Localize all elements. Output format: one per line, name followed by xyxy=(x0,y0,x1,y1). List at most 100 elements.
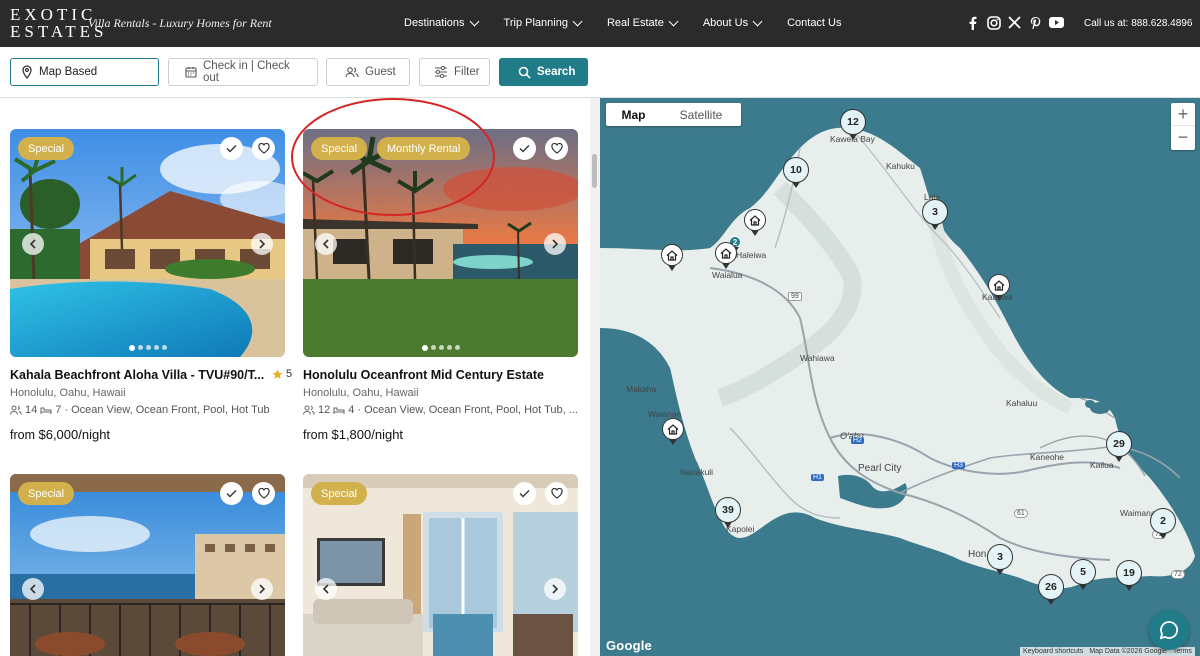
check-icon xyxy=(226,490,237,498)
map-home-pin[interactable] xyxy=(988,274,1010,296)
filter-label: Filter xyxy=(454,66,480,78)
next-photo-button[interactable] xyxy=(251,233,273,255)
map-home-pin[interactable] xyxy=(662,418,684,440)
calendar-icon xyxy=(185,67,197,78)
search-button[interactable]: Search xyxy=(499,58,588,86)
home-icon xyxy=(749,214,761,226)
next-photo-button[interactable] xyxy=(544,578,566,600)
terms-link[interactable]: Terms xyxy=(1173,648,1192,655)
map-cluster-pin[interactable]: 3 xyxy=(987,544,1013,570)
scrollbar-thumb[interactable] xyxy=(592,154,597,188)
check-icon xyxy=(226,145,237,153)
compare-button[interactable] xyxy=(220,482,243,505)
map-place-label: Nanakuli xyxy=(680,467,714,477)
filter-button[interactable]: Filter xyxy=(419,58,490,86)
pinterest-icon[interactable] xyxy=(1028,15,1043,30)
special-badge: Special xyxy=(18,482,75,505)
special-badge: Special xyxy=(311,482,368,505)
nav-label: Trip Planning xyxy=(503,17,568,29)
map-cluster-pin[interactable]: 10 xyxy=(783,157,809,183)
bed-icon xyxy=(40,407,52,414)
location-input[interactable]: Map Based xyxy=(10,58,159,86)
map-place-label: Haleiwa xyxy=(736,250,767,260)
previous-photo-button[interactable] xyxy=(315,578,337,600)
nav-contact-us[interactable]: Contact Us xyxy=(787,17,841,29)
map-place-label: Kaneohe xyxy=(1030,452,1065,462)
listing-features: 14 7 · Ocean View, Ocean Front, Pool, Ho… xyxy=(10,404,285,416)
favorite-button[interactable] xyxy=(252,137,275,160)
home-icon xyxy=(993,279,1005,291)
favorite-button[interactable] xyxy=(252,482,275,505)
map-cluster-pin[interactable]: 5 xyxy=(1070,559,1096,585)
listing-rating: 5 xyxy=(272,368,292,380)
facebook-icon[interactable] xyxy=(965,15,980,30)
nav-real-estate[interactable]: Real Estate xyxy=(606,16,679,29)
youtube-icon[interactable] xyxy=(1049,15,1064,30)
compare-button[interactable] xyxy=(513,137,536,160)
map-cluster-pin[interactable]: 3 xyxy=(922,199,948,225)
bed-icon xyxy=(333,407,345,414)
photo-pagination-dots[interactable] xyxy=(303,344,578,351)
annotation-circle xyxy=(291,98,495,216)
map-tab-button[interactable]: Map xyxy=(606,103,661,126)
compare-button[interactable] xyxy=(220,137,243,160)
previous-photo-button[interactable] xyxy=(315,233,337,255)
map-cluster-pin[interactable]: 26 xyxy=(1038,574,1064,600)
bedroom-count: 4 xyxy=(348,404,355,416)
users-icon xyxy=(345,67,359,78)
chat-button[interactable] xyxy=(1149,610,1189,650)
next-photo-button[interactable] xyxy=(251,578,273,600)
map-home-pin[interactable] xyxy=(744,209,766,231)
x-icon[interactable] xyxy=(1007,15,1022,30)
map-cluster-pin[interactable]: 12 xyxy=(840,109,866,135)
favorite-button[interactable] xyxy=(545,137,568,160)
next-photo-button[interactable] xyxy=(544,233,566,255)
price-value: $1,800/night xyxy=(331,427,404,442)
map-home-pin[interactable] xyxy=(715,242,737,264)
nav-trip-planning[interactable]: Trip Planning xyxy=(503,16,583,29)
satellite-tab-button[interactable]: Satellite xyxy=(661,103,741,126)
nav-label: Contact Us xyxy=(787,17,842,29)
zoom-in-button[interactable]: + xyxy=(1171,103,1195,126)
listing-photo[interactable]: Special xyxy=(303,474,578,656)
price-prefix: from xyxy=(303,428,328,442)
map-cluster-pin[interactable]: 19 xyxy=(1116,560,1142,586)
map-canvas[interactable] xyxy=(600,98,1200,656)
chevron-left-icon xyxy=(29,239,36,249)
chevron-left-icon xyxy=(322,239,329,249)
map-place-label: Kahuku xyxy=(886,161,915,171)
zoom-out-button[interactable]: − xyxy=(1171,126,1195,149)
date-range-input[interactable]: Check in | Check out xyxy=(168,58,318,86)
main-nav: Destinations Trip Planning Real Estate A… xyxy=(404,16,868,29)
listing-title[interactable]: Honolulu Oceanfront Mid Century Estate xyxy=(303,368,544,382)
site-tagline: Villa Rentals - Luxury Homes for Rent xyxy=(88,16,272,30)
map-cluster-pin[interactable]: 39 xyxy=(715,497,741,523)
compare-button[interactable] xyxy=(513,482,536,505)
nav-destinations[interactable]: Destinations xyxy=(404,16,479,29)
zoom-controls: + − xyxy=(1171,103,1195,150)
map-home-pin[interactable] xyxy=(661,244,683,266)
guest-input[interactable]: Guest xyxy=(326,58,410,86)
previous-photo-button[interactable] xyxy=(22,233,44,255)
guest-count: 14 xyxy=(25,404,38,416)
nav-about-us[interactable]: About Us xyxy=(703,16,763,29)
previous-photo-button[interactable] xyxy=(22,578,44,600)
map-place-label: Hon xyxy=(968,549,987,560)
search-icon xyxy=(518,66,531,79)
nav-label: Real Estate xyxy=(606,17,664,29)
listing-photo[interactable]: Special xyxy=(10,129,285,357)
map-cluster-pin[interactable]: 2 xyxy=(1150,508,1176,534)
bedroom-count: 7 xyxy=(55,404,62,416)
users-icon xyxy=(303,405,315,415)
star-icon xyxy=(272,369,283,379)
listing-title[interactable]: Kahala Beachfront Aloha Villa - TVU#90/T… xyxy=(10,368,264,382)
property-map[interactable]: Kawela Bay Kahuku Laie Haleiwa Waialua K… xyxy=(600,98,1200,656)
site-logo[interactable]: EXOTIC ESTATES xyxy=(10,6,103,40)
phone-number[interactable]: Call us at: 888.628.4896 xyxy=(1084,18,1192,29)
keyboard-shortcuts-link[interactable]: Keyboard shortcuts xyxy=(1023,648,1083,655)
listing-photo[interactable]: Special xyxy=(10,474,285,656)
map-cluster-pin[interactable]: 29 xyxy=(1106,431,1132,457)
instagram-icon[interactable] xyxy=(986,15,1001,30)
favorite-button[interactable] xyxy=(545,482,568,505)
photo-pagination-dots[interactable] xyxy=(10,344,285,351)
